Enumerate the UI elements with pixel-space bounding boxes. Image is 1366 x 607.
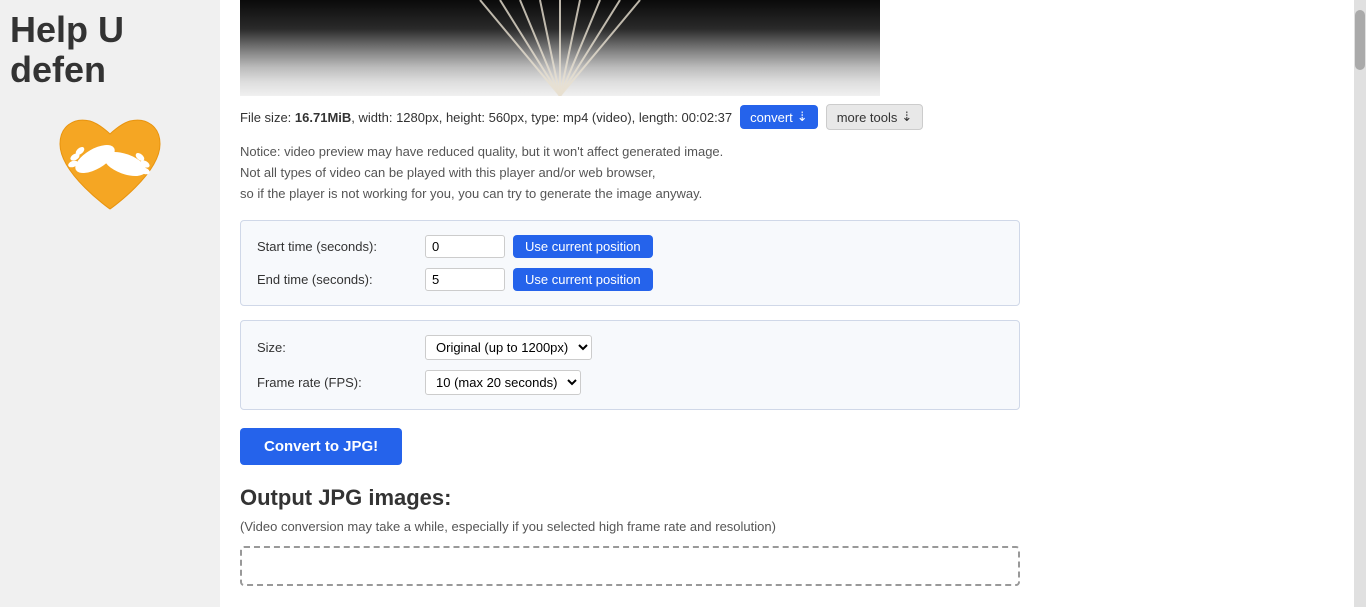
convert-button[interactable]: convert ⇣ xyxy=(740,105,818,129)
notice-box: Notice: video preview may have reduced q… xyxy=(240,142,1334,204)
notice-line3: so if the player is not working for you,… xyxy=(240,184,1334,205)
end-time-use-position-button[interactable]: Use current position xyxy=(513,268,653,291)
sidebar-headline-line1: Help U xyxy=(10,10,220,50)
convert-button-label: convert xyxy=(750,110,793,125)
output-notice: (Video conversion may take a while, espe… xyxy=(240,519,1334,534)
fps-row: Frame rate (FPS): 1 (max 2 minutes) 5 (m… xyxy=(257,370,1003,395)
end-time-row: End time (seconds): Use current position xyxy=(257,268,1003,291)
convert-to-jpg-button[interactable]: Convert to JPG! xyxy=(240,428,402,465)
more-tools-label: more tools xyxy=(837,110,898,125)
size-row: Size: Original (up to 1200px) Small (up … xyxy=(257,335,1003,360)
file-info-row: File size: 16.71MiB, width: 1280px, heig… xyxy=(240,104,1334,130)
end-time-input[interactable] xyxy=(425,268,505,291)
start-time-input[interactable] xyxy=(425,235,505,258)
output-title: Output JPG images: xyxy=(240,485,1334,511)
more-tools-button[interactable]: more tools ⇣ xyxy=(826,104,924,130)
size-select[interactable]: Original (up to 1200px) Small (up to 400… xyxy=(425,335,592,360)
convert-down-icon: ⇣ xyxy=(797,109,808,125)
start-time-row: Start time (seconds): Use current positi… xyxy=(257,235,1003,258)
size-fps-settings-panel: Size: Original (up to 1200px) Small (up … xyxy=(240,320,1020,410)
file-info-text: File size: 16.71MiB, width: 1280px, heig… xyxy=(240,110,732,125)
scrollbar-thumb[interactable] xyxy=(1355,10,1365,70)
output-section: Output JPG images: (Video conversion may… xyxy=(240,485,1334,586)
main-content: File size: 16.71MiB, width: 1280px, heig… xyxy=(220,0,1354,607)
fps-label: Frame rate (FPS): xyxy=(257,375,417,390)
end-time-label: End time (seconds): xyxy=(257,272,417,287)
notice-line2: Not all types of video can be played wit… xyxy=(240,163,1334,184)
video-thumbnail-graphic xyxy=(460,0,660,96)
file-size: 16.71MiB xyxy=(295,110,351,125)
more-tools-down-icon: ⇣ xyxy=(901,109,912,125)
sidebar-headline-line2: defen xyxy=(10,50,220,90)
video-preview xyxy=(240,0,880,96)
size-label: Size: xyxy=(257,340,417,355)
start-time-label: Start time (seconds): xyxy=(257,239,417,254)
output-box xyxy=(240,546,1020,586)
notice-line1: Notice: video preview may have reduced q… xyxy=(240,142,1334,163)
heart-logo xyxy=(45,99,175,229)
scrollbar[interactable] xyxy=(1354,0,1366,607)
time-settings-panel: Start time (seconds): Use current positi… xyxy=(240,220,1020,306)
fps-select[interactable]: 1 (max 2 minutes) 5 (max 1 minute) 10 (m… xyxy=(425,370,581,395)
sidebar-headline: Help U defen xyxy=(0,10,220,89)
start-time-use-position-button[interactable]: Use current position xyxy=(513,235,653,258)
left-sidebar: Help U defen xyxy=(0,0,220,607)
